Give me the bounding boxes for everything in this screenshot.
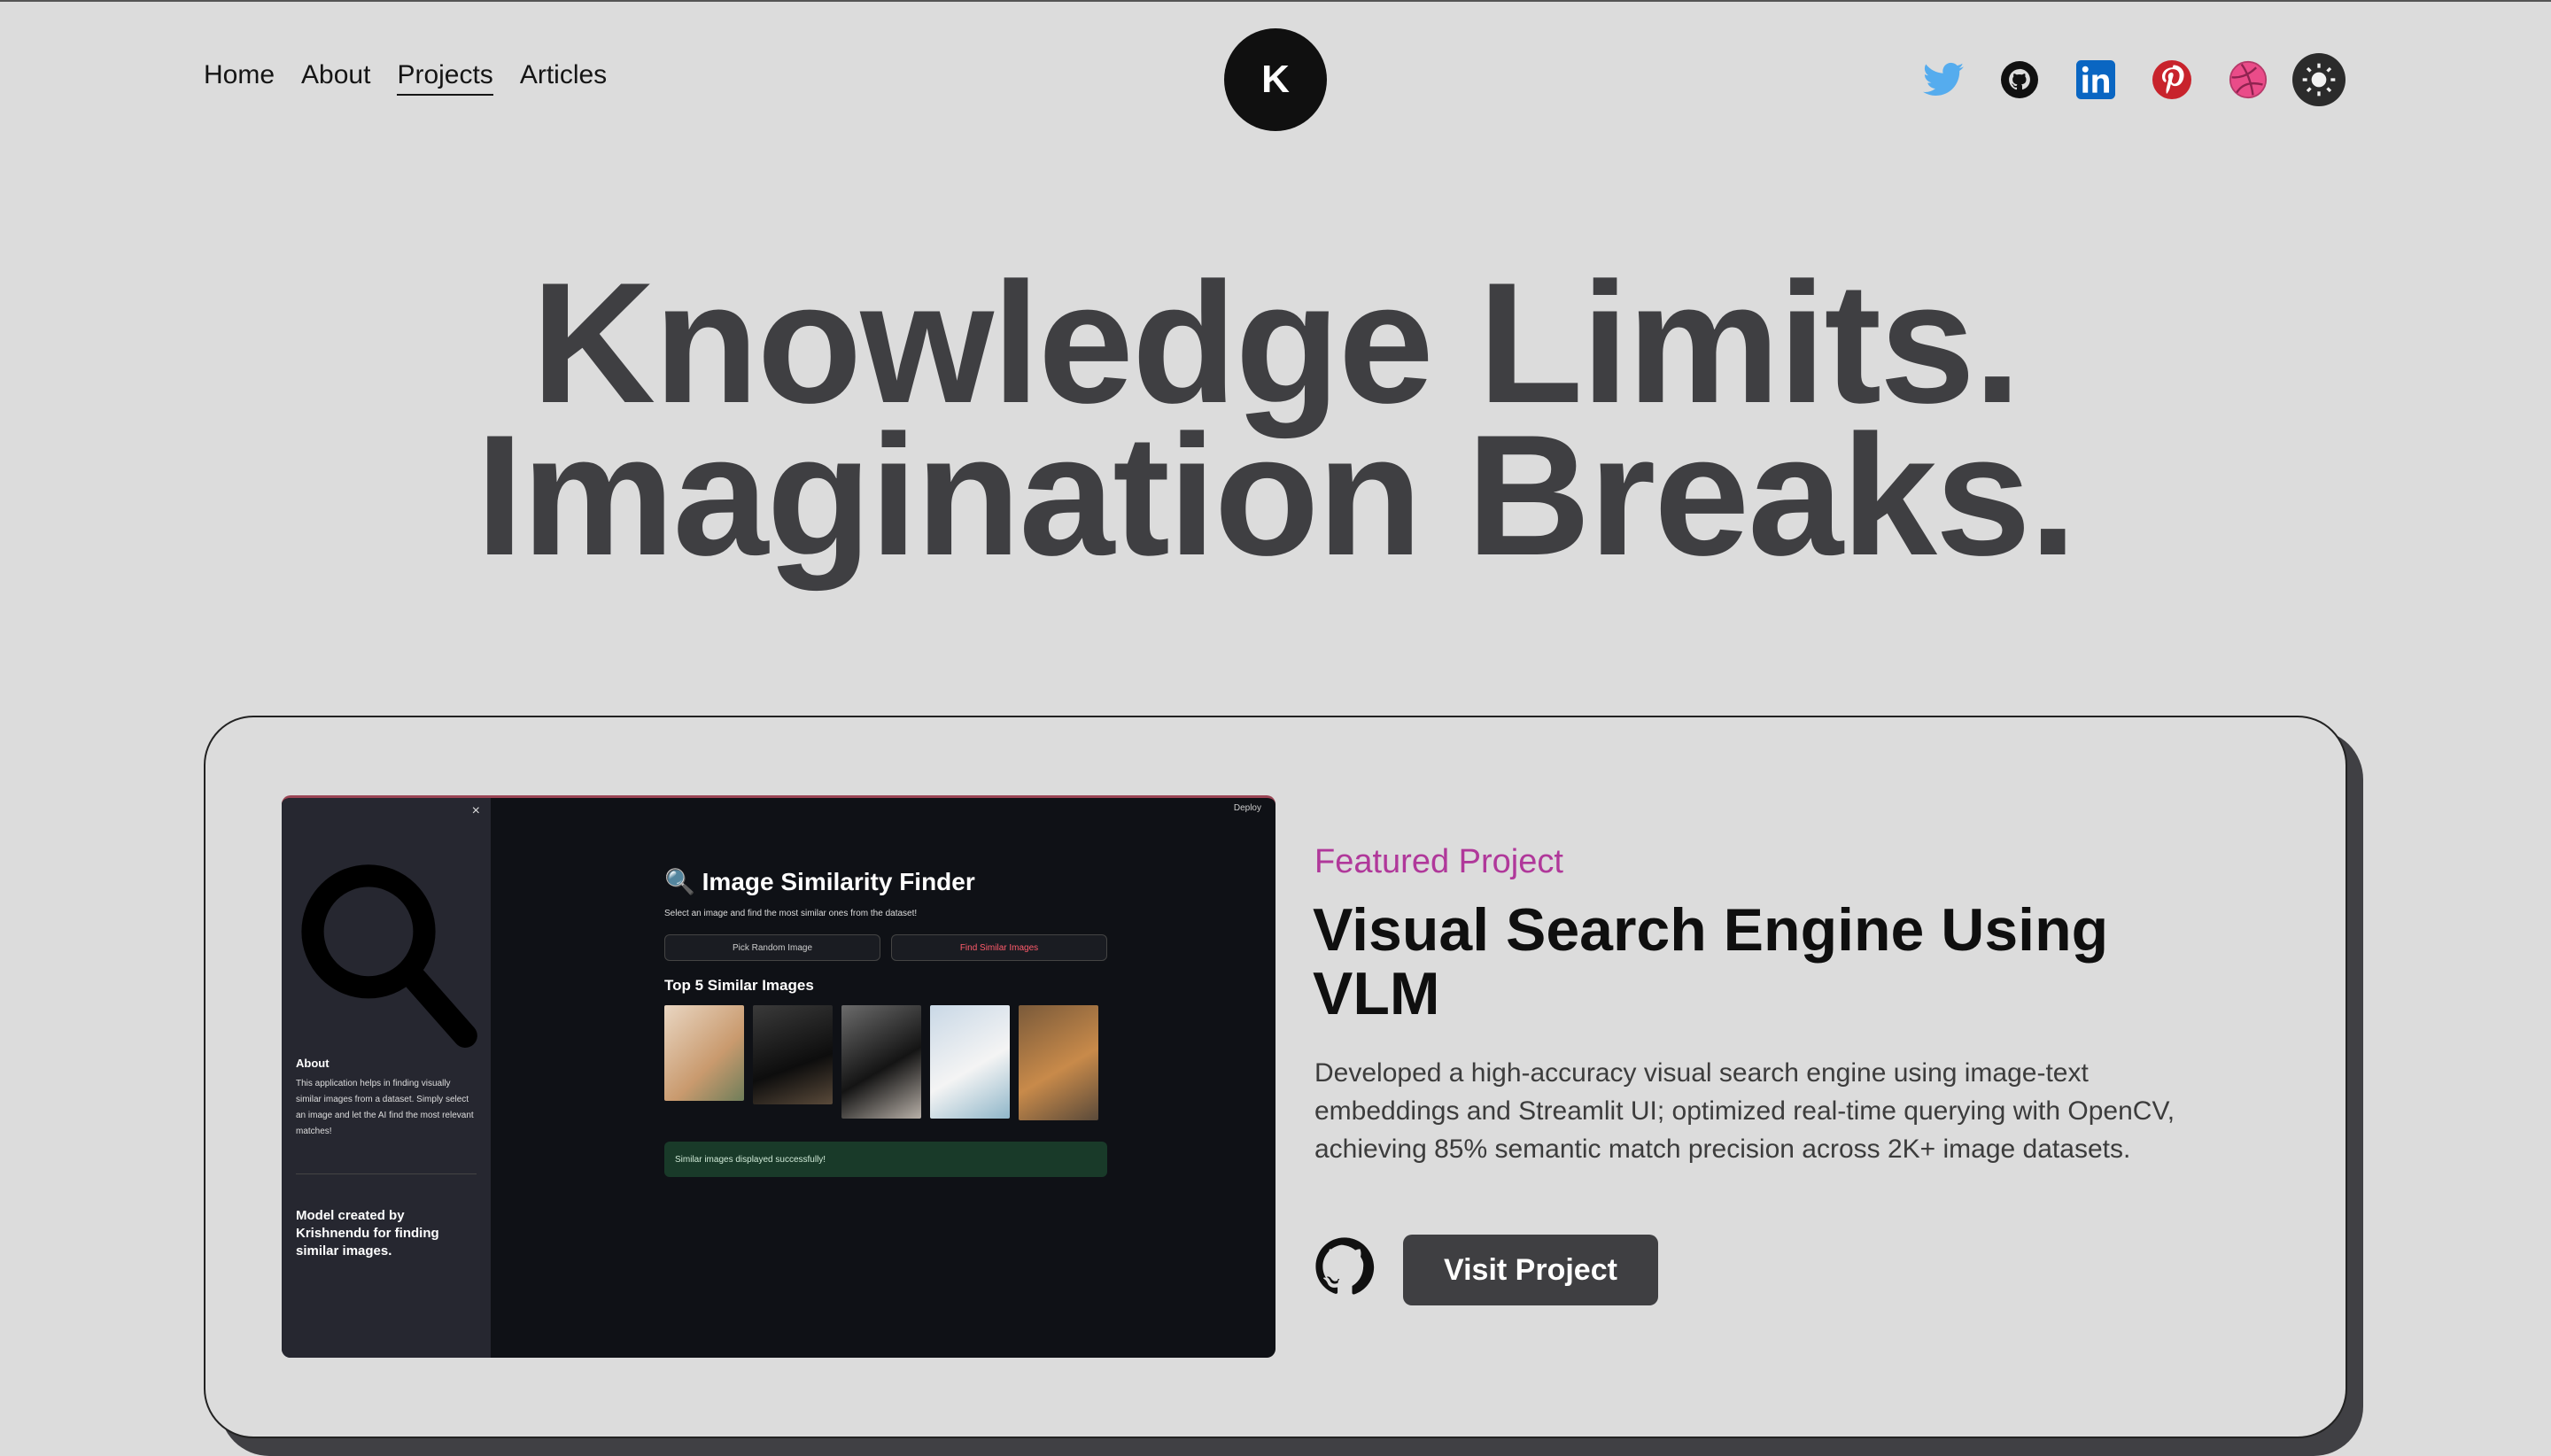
site-logo[interactable]: K xyxy=(1224,28,1327,131)
sidebar-divider xyxy=(296,1173,477,1174)
screenshot-sidebar: × About This application helps in findin… xyxy=(282,798,491,1358)
cat-thumb xyxy=(841,1005,921,1119)
nav-about[interactable]: About xyxy=(301,60,370,96)
main-nav: Home About Projects Articles xyxy=(204,60,607,96)
nav-articles[interactable]: Articles xyxy=(520,60,607,96)
visit-project-button[interactable]: Visit Project xyxy=(1403,1235,1658,1305)
cat-thumb xyxy=(1019,1005,1098,1120)
pick-random-button: Pick Random Image xyxy=(664,934,880,961)
project-screenshot[interactable]: × About This application helps in findin… xyxy=(282,795,1276,1358)
about-text: This application helps in finding visual… xyxy=(296,1079,474,1136)
nav-home[interactable]: Home xyxy=(204,60,275,96)
top5-heading: Top 5 Similar Images xyxy=(664,977,814,994)
close-icon: × xyxy=(471,803,480,818)
nav-projects[interactable]: Projects xyxy=(397,60,493,96)
cat-thumb xyxy=(664,1005,744,1101)
about-heading: About xyxy=(296,1057,330,1070)
cat-thumb xyxy=(930,1005,1010,1119)
linkedin-icon[interactable] xyxy=(2074,58,2117,101)
theme-toggle-icon[interactable] xyxy=(2292,53,2346,106)
hero-line-2: Imagination Breaks. xyxy=(476,399,2077,592)
model-credit: Model created by Krishnendu for finding … xyxy=(296,1208,439,1259)
pinterest-icon[interactable] xyxy=(2151,58,2193,101)
logo-initial: K xyxy=(1261,58,1290,101)
dribbble-icon[interactable] xyxy=(2227,58,2269,101)
similar-image-thumbs xyxy=(664,1005,1107,1120)
find-similar-button: Find Similar Images xyxy=(891,934,1107,961)
project-description: Developed a high-accuracy visual search … xyxy=(1314,1058,2175,1164)
featured-project-label: Featured Project xyxy=(1314,843,1563,880)
cat-thumb xyxy=(753,1005,833,1104)
twitter-icon[interactable] xyxy=(1922,58,1965,101)
social-links xyxy=(1922,53,2346,106)
screenshot-main: 🔍 Image Similarity Finder Select an imag… xyxy=(664,867,1107,1177)
github-icon[interactable] xyxy=(1998,58,2041,101)
app-title: 🔍 Image Similarity Finder xyxy=(664,868,975,895)
hero-line-1: Knowledge Limits. xyxy=(531,247,2021,439)
app-buttons: Pick Random Image Find Similar Images xyxy=(664,934,1107,961)
search-icon xyxy=(301,864,477,1049)
deploy-label: Deploy xyxy=(1233,803,1261,813)
project-title: Visual Search Engine Using VLM xyxy=(1313,896,2109,1027)
project-github-icon[interactable] xyxy=(1314,1236,1375,1297)
hero-headline: Knowledge Limits. Imagination Breaks. xyxy=(0,247,2551,592)
success-message: Similar images displayed successfully! xyxy=(664,1142,1107,1177)
app-subtitle: Select an image and find the most simila… xyxy=(664,909,918,918)
